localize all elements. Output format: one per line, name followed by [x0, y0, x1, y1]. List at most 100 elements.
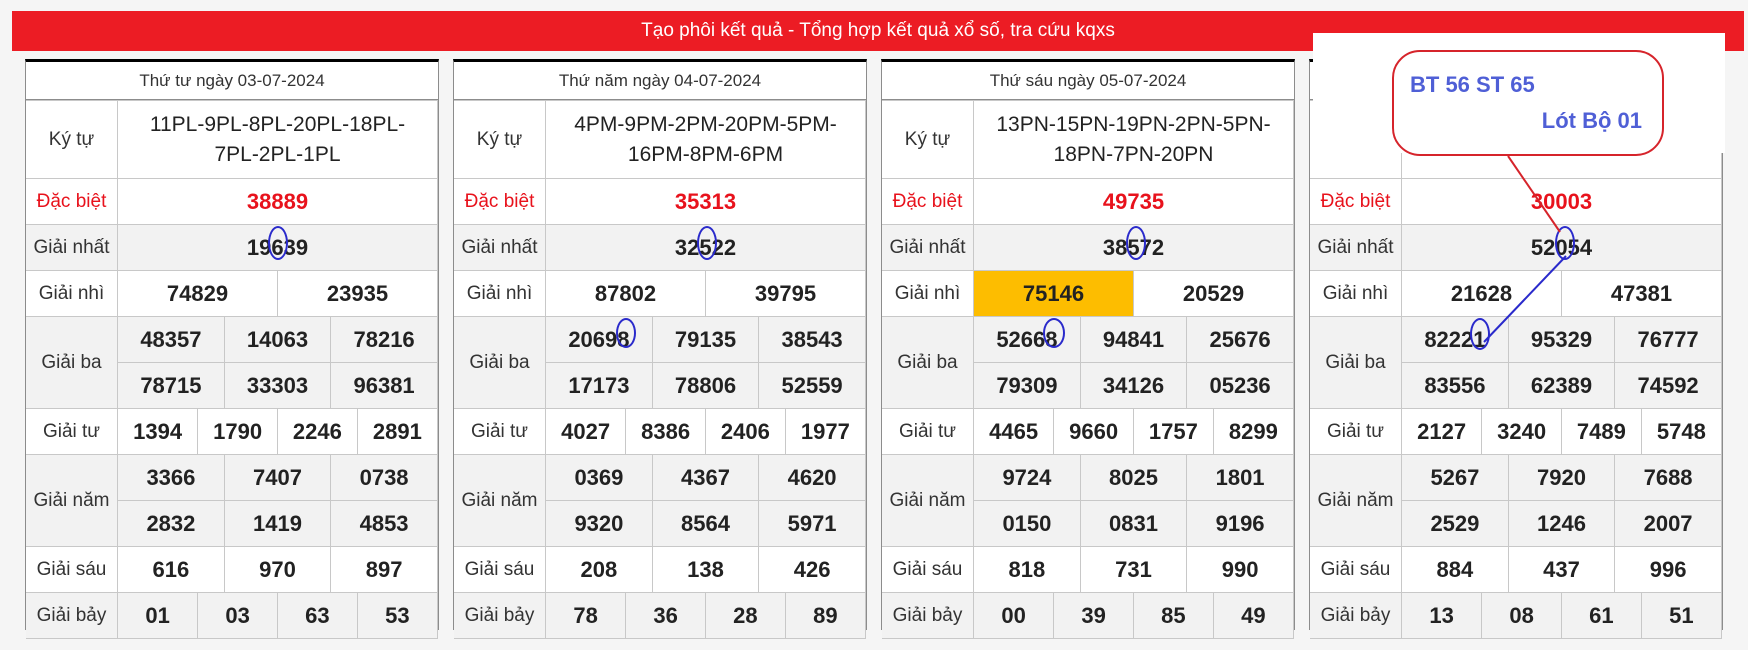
giai-bay-number: 01 — [118, 593, 199, 638]
giai-ba-number: 94841 — [1080, 317, 1188, 363]
giai-bay-number: 53 — [357, 593, 437, 638]
label-giai-ba: Giải ba — [1310, 316, 1402, 409]
label-giai-tu: Giải tư — [882, 408, 974, 455]
label-ky-tu: Ký tự — [454, 100, 546, 179]
giai-ba-number: 33303 — [224, 362, 332, 408]
giai-tu-cells: 4465 9660 1757 8299 — [973, 408, 1294, 455]
row-giai-nhat: Giải nhất 38572 — [882, 224, 1294, 271]
giai-nam-number: 4367 — [652, 455, 760, 501]
giai-bay-number: 61 — [1561, 593, 1642, 638]
panel-date: Thứ tư ngày 03-07-2024 — [26, 62, 438, 100]
giai-bay-number: 28 — [705, 593, 786, 638]
label-giai-tu: Giải tư — [454, 408, 546, 455]
label-giai-sau: Giải sáu — [882, 546, 974, 593]
dac-biet-value: 49735 — [973, 178, 1294, 225]
row-giai-sau: Giải sáu 616 970 897 — [26, 546, 438, 593]
result-table: Ký tự 4PM-9PM-2PM-20PM-5PM- 16PM-8PM-6PM … — [454, 100, 866, 639]
label-giai-nhi: Giải nhì — [454, 270, 546, 317]
label-giai-nam: Giải năm — [882, 454, 974, 547]
row-giai-tu: Giải tư 4465 9660 1757 8299 — [882, 408, 1294, 455]
giai-nhi-cells: 21628 47381 — [1401, 270, 1722, 317]
giai-sau-number: 996 — [1649, 556, 1687, 582]
label-giai-nhi: Giải nhì — [26, 270, 118, 317]
row-giai-nam: Giải năm 0369 4367 4620 9320 8564 5971 — [454, 454, 866, 547]
giai-sau-number: 138 — [652, 547, 760, 592]
circle-mark — [1126, 226, 1146, 260]
label-giai-nhat: Giải nhất — [882, 224, 974, 271]
label-giai-nhi: Giải nhì — [882, 270, 974, 317]
giai-nam-cells: 5267 7920 7688 2529 1246 2007 — [1401, 454, 1722, 547]
giai-nam-number: 1801 — [1186, 455, 1293, 501]
row-giai-bay: Giải bảy 78 36 28 89 — [454, 592, 866, 639]
label-giai-sau: Giải sáu — [1310, 546, 1402, 593]
giai-nam-number: 2007 — [1614, 500, 1721, 546]
giai-ba-number: 62389 — [1508, 362, 1616, 408]
giai-nam-number: 1419 — [224, 500, 332, 546]
giai-tu-number: 2246 — [277, 409, 358, 454]
giai-nam-number: 0738 — [330, 455, 437, 501]
giai-sau-cells: 884 437 996 — [1401, 546, 1722, 593]
row-giai-nhi: Giải nhì 87802 39795 — [454, 270, 866, 317]
label-giai-bay: Giải bảy — [1310, 592, 1402, 639]
giai-sau-number: 884 — [1402, 547, 1509, 592]
giai-ba-number: 17173 — [546, 362, 653, 408]
label-dac-biet: Đặc biệt — [26, 178, 118, 225]
giai-tu-number: 8386 — [625, 409, 706, 454]
giai-sau-cells: 616 970 897 — [117, 546, 438, 593]
note-line-2: Lót Bộ 01 — [1541, 108, 1642, 133]
label-giai-tu: Giải tư — [1310, 408, 1402, 455]
giai-sau-number: 818 — [974, 547, 1081, 592]
row-giai-sau: Giải sáu 208 138 426 — [454, 546, 866, 593]
giai-nam-number: 9196 — [1186, 500, 1293, 546]
giai-bay-number: 39 — [1053, 593, 1134, 638]
ky-tu-value: 13PN-15PN-19PN-2PN-5PN- 18PN-7PN-20PN — [973, 100, 1294, 179]
dac-biet-value: 38889 — [117, 178, 438, 225]
giai-bay-number: 03 — [197, 593, 278, 638]
giai-tu-number: 1790 — [197, 409, 278, 454]
row-dac-biet: Đặc biệt 30003 — [1310, 178, 1722, 225]
giai-nam-number: 1246 — [1508, 500, 1616, 546]
row-giai-nhi: Giải nhì 74829 23935 — [26, 270, 438, 317]
giai-bay-number: 00 — [974, 593, 1055, 638]
giai-bay-number: 49 — [1213, 593, 1293, 638]
label-giai-bay: Giải bảy — [882, 592, 974, 639]
giai-ba-number: 78806 — [652, 362, 760, 408]
row-giai-ba: Giải ba 20698 79135 38543 17173 78806 52… — [454, 316, 866, 409]
row-giai-nhi: Giải nhì 75146 20529 — [882, 270, 1294, 317]
giai-sau-number: 897 — [365, 556, 403, 582]
ky-tu-value: 11PL-9PL-8PL-20PL-18PL- 7PL-2PL-1PL — [117, 100, 438, 179]
label-dac-biet: Đặc biệt — [1310, 178, 1402, 225]
giai-nam-number: 0369 — [546, 455, 653, 501]
giai-nam-number: 0831 — [1080, 500, 1188, 546]
row-giai-bay: Giải bảy 01 03 63 53 — [26, 592, 438, 639]
label-giai-bay: Giải bảy — [26, 592, 118, 639]
giai-tu-number: 1394 — [118, 409, 199, 454]
giai-tu-number: 4465 — [974, 409, 1055, 454]
giai-bay-number: 63 — [277, 593, 358, 638]
row-dac-biet: Đặc biệt 49735 — [882, 178, 1294, 225]
giai-nhi-number: 47381 — [1610, 280, 1673, 306]
giai-nhi-number: 20529 — [1182, 280, 1245, 306]
giai-tu-number: 2891 — [372, 418, 422, 444]
giai-sau-number: 426 — [793, 556, 831, 582]
giai-tu-number: 9660 — [1053, 409, 1134, 454]
circle-mark — [697, 226, 717, 260]
giai-tu-number: 7489 — [1561, 409, 1642, 454]
row-ky-tu: Ký tự 4PM-9PM-2PM-20PM-5PM- 16PM-8PM-6PM — [454, 100, 866, 179]
ky-tu-value: 4PM-9PM-2PM-20PM-5PM- 16PM-8PM-6PM — [545, 100, 866, 179]
row-ky-tu: Ký tự 11PL-9PL-8PL-20PL-18PL- 7PL-2PL-1PL — [26, 100, 438, 179]
giai-nam-number: 8564 — [652, 500, 760, 546]
giai-nam-number: 4620 — [758, 455, 865, 501]
giai-bay-number: 89 — [785, 593, 865, 638]
row-giai-ba: Giải ba 52668 94841 25676 79309 34126 05… — [882, 316, 1294, 409]
row-giai-tu: Giải tư 2127 3240 7489 5748 — [1310, 408, 1722, 455]
row-giai-nam: Giải năm 3366 7407 0738 2832 1419 4853 — [26, 454, 438, 547]
giai-ba-number: 78216 — [330, 317, 437, 363]
row-giai-bay: Giải bảy 13 08 61 51 — [1310, 592, 1722, 639]
giai-bay-cells: 13 08 61 51 — [1401, 592, 1722, 639]
giai-ba-cells: 52668 94841 25676 79309 34126 05236 — [973, 316, 1294, 409]
giai-nhi-number: 74829 — [118, 271, 278, 316]
giai-sau-number: 990 — [1221, 556, 1259, 582]
giai-nam-number: 8025 — [1080, 455, 1188, 501]
label-giai-nhat: Giải nhất — [1310, 224, 1402, 271]
